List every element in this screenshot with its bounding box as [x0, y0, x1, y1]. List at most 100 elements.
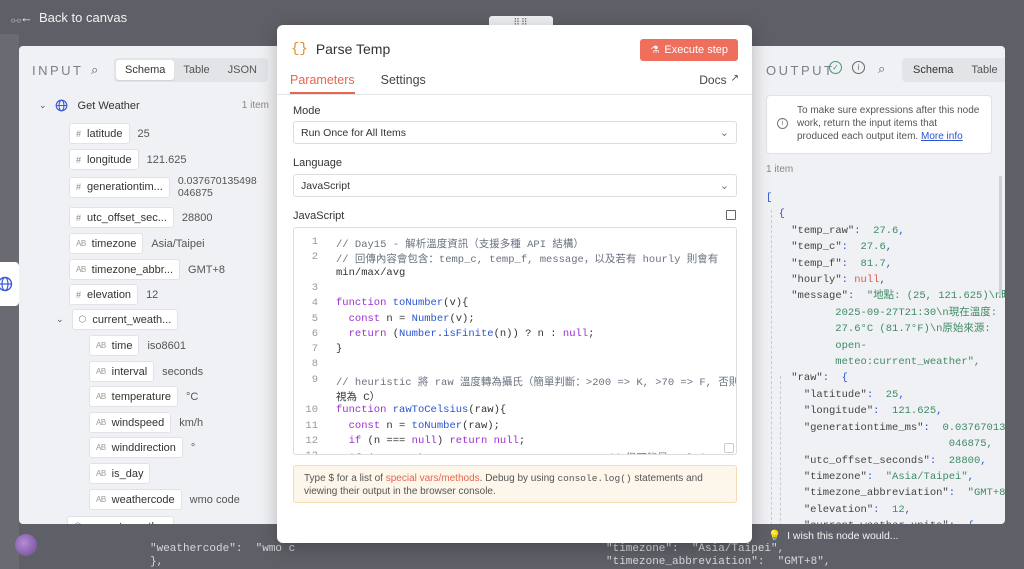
- special-vars-link[interactable]: special vars/methods: [386, 473, 480, 484]
- tab-schema[interactable]: Schema: [116, 60, 175, 80]
- string-type-icon: AB: [76, 265, 86, 274]
- more-info-link[interactable]: More info: [921, 131, 963, 142]
- line-number: 10: [305, 404, 318, 417]
- field-chip[interactable]: AB timezone: [69, 233, 144, 254]
- input-title: INPUT: [32, 63, 84, 78]
- string-type-icon: AB: [76, 239, 86, 248]
- json-line: "current_weather_units": {: [766, 518, 1005, 524]
- docs-link[interactable]: Docs ↗: [699, 73, 739, 94]
- resize-handle-icon[interactable]: [724, 443, 734, 453]
- field-chip[interactable]: # latitude: [69, 123, 130, 144]
- side-globe-tab[interactable]: [0, 262, 19, 306]
- field-value: GMT+8: [188, 263, 225, 276]
- field-chip[interactable]: AB is_day: [89, 463, 151, 484]
- field-chip[interactable]: AB interval: [89, 361, 155, 382]
- node-modal: {} Parse Temp ⚗ Execute step Parameters …: [277, 25, 752, 543]
- chevron-down-icon[interactable]: ⌄: [39, 100, 47, 111]
- output-scrollbar[interactable]: [999, 176, 1002, 296]
- string-type-icon: AB: [96, 341, 106, 350]
- chevron-right-icon[interactable]: ›: [56, 522, 59, 525]
- tab-json[interactable]: JSON: [219, 60, 266, 80]
- line-number: 13: [294, 450, 324, 454]
- line-number: 4: [311, 297, 318, 310]
- field-name: latitude: [87, 127, 123, 140]
- line-number: 9: [311, 373, 318, 386]
- tab-table[interactable]: Table: [174, 60, 218, 80]
- field-chip[interactable]: ⬡ current_weather: [67, 516, 175, 524]
- field-chip[interactable]: AB temperature: [89, 386, 178, 407]
- field-chip[interactable]: # generationtim...: [69, 176, 170, 198]
- tab-schema[interactable]: Schema: [904, 60, 963, 80]
- code-line: 12 if (n === null) return null;: [294, 435, 736, 450]
- number-type-icon: #: [76, 154, 82, 165]
- line-text: function rawToCelsius(raw){: [336, 404, 507, 417]
- code-label: JavaScript: [293, 210, 345, 222]
- field-chip[interactable]: # elevation: [69, 284, 139, 305]
- json-line: meteo:current_weather",: [766, 356, 981, 369]
- field-chip[interactable]: # utc_offset_sec...: [69, 207, 174, 228]
- mode-label: Mode: [293, 105, 321, 117]
- modal-tabs: Parameters Settings Docs ↗: [277, 69, 752, 95]
- field-name: generationtim...: [87, 181, 163, 193]
- code-line: 7}: [294, 343, 736, 358]
- field-name: is_day: [111, 467, 144, 480]
- schema-field: AB temperature °C: [89, 386, 198, 407]
- chevron-down-icon[interactable]: ⌄: [56, 314, 64, 325]
- back-to-canvas-button[interactable]: ← Back to canvas: [20, 10, 127, 25]
- field-value: wmo code: [189, 493, 240, 506]
- info-icon: i: [777, 118, 788, 129]
- execute-step-button[interactable]: ⚗ Execute step: [640, 39, 738, 61]
- json-line: "message": "地點: (25, 121.625)\n時間:: [791, 290, 1005, 303]
- json-line: "temp_f": 81.7,: [791, 257, 893, 270]
- line-text: const n = Number(v);: [348, 312, 475, 325]
- field-chip[interactable]: AB winddirection: [89, 437, 183, 458]
- json-line: "generationtime_ms": 0.037670135498: [803, 421, 1005, 434]
- tab-table[interactable]: Table: [962, 60, 1005, 80]
- search-icon[interactable]: ⌕: [91, 62, 98, 78]
- field-name: timezone: [91, 237, 137, 250]
- schema-field: AB interval seconds: [89, 361, 203, 382]
- execute-label: Execute step: [664, 44, 728, 56]
- feedback-link[interactable]: 💡 I wish this node would...: [768, 529, 899, 543]
- json-line: "temp_raw": 27.6,: [791, 224, 905, 237]
- line-text: return (Number.isFinite(n)) ? n : null;: [348, 327, 595, 340]
- node-header[interactable]: ⌄ Get Weather 1 item: [39, 99, 269, 112]
- field-value: 12: [146, 288, 159, 301]
- line-text: function toNumber(v){: [336, 297, 469, 310]
- field-chip[interactable]: AB timezone_abbr...: [69, 259, 181, 280]
- json-line: 046875,: [766, 438, 993, 451]
- language-select[interactable]: JavaScript ⌄: [293, 174, 737, 197]
- code-line: 視為 C）: [294, 389, 736, 404]
- field-chip[interactable]: # longitude: [69, 149, 139, 170]
- code-editor[interactable]: 1 // Day15 - 解析溫度資訊（支援多種 API 結構） 2 // 回傳內容會…: [293, 227, 737, 455]
- schema-field: AB time iso8601: [89, 335, 186, 356]
- object-type-icon: ⬡: [74, 521, 82, 524]
- flask-icon: ⚗: [650, 44, 660, 56]
- mode-select[interactable]: Run Once for All Items ⌄: [293, 121, 737, 144]
- field-value: Asia/Taipei: [151, 237, 205, 250]
- json-line: "elevation": 12,: [803, 503, 911, 516]
- feedback-label: I wish this node would...: [787, 529, 899, 542]
- field-chip[interactable]: AB windspeed: [89, 412, 172, 433]
- hint-code: console.log(): [557, 473, 632, 484]
- code-line: 10 function rawToCelsius(raw){: [294, 404, 736, 419]
- expand-editor-icon[interactable]: [726, 210, 736, 220]
- line-text: // 回傳內容會包含：temp_c, temp_f, message，以及若有 …: [336, 254, 719, 267]
- field-value: °: [190, 441, 196, 454]
- line-text: // Day15 - 解析溫度資訊（支援多種 API 結構）: [336, 239, 584, 251]
- field-chip[interactable]: AB weathercode: [89, 489, 182, 510]
- user-avatar[interactable]: [15, 534, 37, 556]
- output-item-count: 1 item: [766, 164, 794, 175]
- node-title[interactable]: Parse Temp: [316, 41, 390, 57]
- code-braces-icon: {}: [291, 41, 308, 57]
- search-icon[interactable]: ⌕: [878, 61, 885, 77]
- info-icon[interactable]: i: [852, 61, 865, 74]
- field-name: current_weath...: [92, 313, 172, 326]
- field-chip[interactable]: AB time: [89, 335, 140, 356]
- string-type-icon: AB: [96, 392, 106, 401]
- schema-field: # generationtim... 0.037670135498 046875: [69, 175, 257, 199]
- tab-settings[interactable]: Settings: [381, 73, 426, 94]
- line-text: // heuristic 將 raw 溫度轉為攝氏（簡單判斷：>200 => K…: [336, 376, 737, 389]
- tab-parameters[interactable]: Parameters: [290, 73, 355, 94]
- field-chip[interactable]: ⬡ current_weath...: [71, 309, 179, 330]
